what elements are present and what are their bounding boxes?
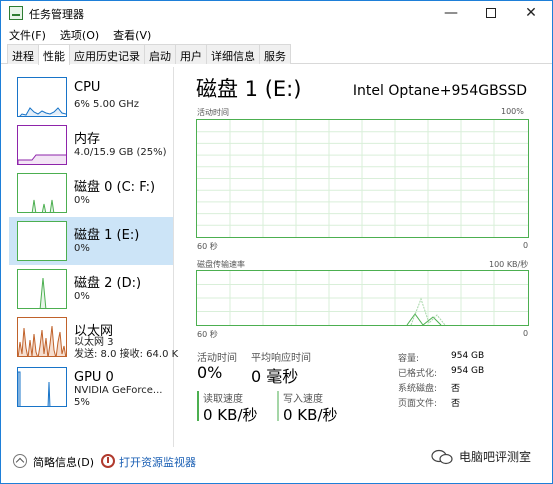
capacity-value: 954 GB — [451, 351, 485, 361]
maximize-icon — [486, 8, 496, 18]
tab-processes[interactable]: 进程 — [7, 44, 39, 64]
tab-services[interactable]: 服务 — [259, 44, 291, 64]
sidebar-item-title: 内存 — [74, 132, 101, 147]
sidebar-item-title: GPU 0 — [74, 370, 114, 385]
tab-startup[interactable]: 启动 — [144, 44, 176, 64]
sidebar-item-detail: NVIDIA GeForce... — [74, 385, 163, 396]
tab-users[interactable]: 用户 — [175, 44, 207, 64]
resource-sidebar: CPU 6% 5.00 GHz 内存 4.0/15.9 GB (25%) 磁盘 … — [9, 67, 178, 447]
response-time-value: 0 毫秒 — [251, 367, 299, 386]
graph2-max: 100 KB/秒 — [489, 260, 529, 269]
write-speed-value: 0 KB/秒 — [283, 406, 338, 424]
tab-details[interactable]: 详细信息 — [206, 44, 260, 64]
capacity-label: 容量: — [398, 354, 420, 364]
write-speed-bar — [277, 391, 279, 421]
sidebar-item-detail: 0% — [74, 291, 90, 302]
title-bar: 任务管理器 — ✕ — [1, 1, 552, 25]
read-speed-bar — [197, 391, 199, 421]
read-speed-value: 0 KB/秒 — [203, 406, 258, 424]
graph1-max: 100% — [501, 107, 524, 116]
watermark-text: 电脑吧评测室 — [459, 450, 532, 464]
sidebar-item-title: 磁盘 0 (C: F:) — [74, 180, 156, 195]
sidebar-item-disk0[interactable]: 磁盘 0 (C: F:) 0% — [9, 169, 173, 217]
page-file-label: 页面文件: — [398, 399, 438, 409]
graph1-xaxis-right: 0 — [523, 241, 529, 250]
system-disk-value: 否 — [451, 384, 461, 394]
memory-thumbnail-graph — [17, 125, 67, 165]
menu-bar: 文件(F) 选项(O) 查看(V) — [1, 25, 552, 43]
sidebar-item-cpu[interactable]: CPU 6% 5.00 GHz — [9, 73, 173, 121]
wechat-icon — [431, 449, 453, 465]
disk1-thumbnail-graph — [17, 221, 67, 261]
sidebar-item-memory[interactable]: 内存 4.0/15.9 GB (25%) — [9, 121, 173, 169]
graph2-xaxis-left: 60 秒 — [197, 330, 218, 339]
disk0-thumbnail-graph — [17, 173, 67, 213]
resource-monitor-icon[interactable] — [101, 454, 115, 468]
page-title: 磁盘 1 (E:) — [196, 77, 302, 101]
sidebar-item-title: 磁盘 2 (D:) — [74, 276, 142, 291]
menu-file[interactable]: 文件(F) — [1, 25, 52, 43]
formatted-label: 已格式化: — [398, 369, 438, 379]
open-resource-monitor-link[interactable]: 打开资源监视器 — [119, 454, 196, 470]
page-file-value: 否 — [451, 399, 461, 409]
tab-app-history[interactable]: 应用历史记录 — [69, 44, 145, 64]
activity-time-graph — [196, 119, 529, 238]
sidebar-item-gpu[interactable]: GPU 0 NVIDIA GeForce... 5% — [9, 363, 173, 411]
close-button[interactable]: ✕ — [511, 1, 551, 25]
menu-options[interactable]: 选项(O) — [52, 25, 105, 43]
graph2-xaxis-right: 0 — [523, 329, 529, 338]
minimize-icon: — — [444, 5, 458, 21]
sidebar-item-detail-2: 5% — [74, 397, 90, 408]
sidebar-item-detail: 4.0/15.9 GB (25%) — [74, 147, 167, 158]
sidebar-item-title: 磁盘 1 (E:) — [74, 228, 140, 243]
sidebar-item-disk2[interactable]: 磁盘 2 (D:) 0% — [9, 265, 173, 313]
sidebar-item-detail: 0% — [74, 195, 90, 206]
minimize-button[interactable]: — — [431, 1, 471, 25]
sidebar-item-ethernet[interactable]: 以太网 以太网 3 发送: 8.0 接收: 64.0 K — [9, 313, 178, 361]
sidebar-item-detail-2: 发送: 8.0 接收: 64.0 K — [74, 349, 179, 360]
read-speed-label: 读取速度 — [203, 394, 243, 405]
maximize-button[interactable] — [471, 1, 511, 25]
disk2-thumbnail-graph — [17, 269, 67, 309]
device-model: Intel Optane+954GBSSD — [352, 83, 527, 99]
window-title: 任务管理器 — [29, 8, 84, 21]
sidebar-item-title: CPU — [74, 80, 101, 95]
task-manager-icon — [9, 6, 23, 20]
system-disk-label: 系统磁盘: — [398, 384, 438, 394]
gpu-thumbnail-graph — [17, 367, 67, 407]
task-manager-window: 任务管理器 — ✕ 文件(F) 选项(O) 查看(V) 进程 性能 应用历史记录… — [0, 0, 553, 484]
tab-bar: 进程 性能 应用历史记录 启动 用户 详细信息 服务 — [1, 44, 552, 65]
graph1-label: 活动时间 — [197, 108, 229, 117]
active-time-label: 活动时间 — [197, 353, 237, 364]
write-speed-label: 写入速度 — [283, 394, 323, 405]
sidebar-item-detail: 6% 5.00 GHz — [74, 99, 140, 110]
response-time-label: 平均响应时间 — [251, 353, 311, 364]
active-time-value: 0% — [197, 363, 223, 382]
ethernet-thumbnail-graph — [17, 317, 67, 357]
graph2-label: 磁盘传输速率 — [197, 260, 245, 269]
sidebar-item-disk1[interactable]: 磁盘 1 (E:) 0% — [9, 217, 173, 265]
fewer-details-link[interactable]: 简略信息(D) — [33, 454, 94, 470]
formatted-value: 954 GB — [451, 366, 485, 376]
sidebar-item-detail: 0% — [74, 243, 90, 254]
graph1-xaxis-left: 60 秒 — [197, 242, 218, 251]
cpu-thumbnail-graph — [17, 77, 67, 117]
transfer-rate-graph — [196, 270, 529, 326]
tab-performance[interactable]: 性能 — [38, 44, 70, 65]
collapse-icon[interactable] — [13, 454, 27, 468]
close-icon: ✕ — [525, 5, 537, 21]
menu-view[interactable]: 查看(V) — [105, 25, 157, 43]
